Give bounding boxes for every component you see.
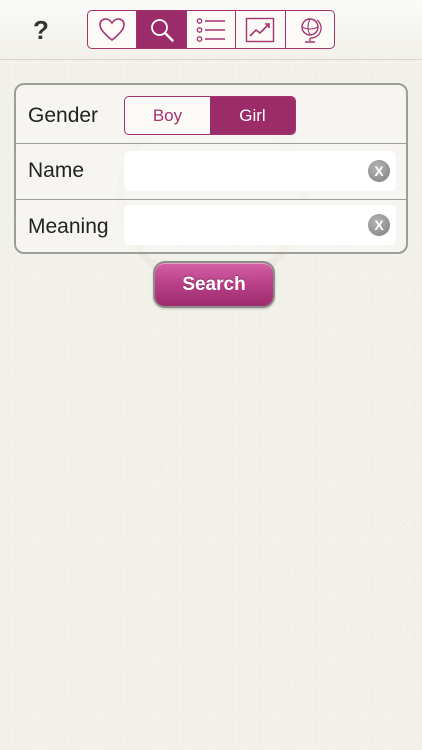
name-label: Name	[28, 159, 85, 182]
gender-selector: Boy Girl	[124, 96, 296, 135]
gender-row: Gender Boy Girl	[16, 85, 406, 144]
tab-world[interactable]	[286, 11, 334, 48]
meaning-row: Meaning X	[16, 200, 406, 252]
tab-favorites[interactable]	[88, 11, 138, 48]
list-icon	[196, 17, 226, 42]
search-icon	[150, 18, 174, 42]
heart-icon	[99, 17, 126, 41]
meaning-label: Meaning	[28, 215, 109, 238]
gender-option-girl[interactable]: Girl	[210, 97, 295, 134]
gender-label: Gender	[28, 104, 99, 127]
tab-list[interactable]	[187, 11, 237, 48]
meaning-input[interactable]	[124, 205, 360, 245]
meaning-field-wrapper: X	[124, 205, 396, 245]
name-field-wrapper: X	[124, 151, 396, 191]
tab-search[interactable]	[137, 11, 187, 48]
globe-icon	[301, 17, 322, 43]
search-button[interactable]: Search	[153, 261, 275, 308]
tab-trends[interactable]	[236, 11, 286, 48]
name-input[interactable]	[124, 151, 360, 191]
main-tab-bar	[87, 10, 335, 49]
meaning-clear-button[interactable]: X	[368, 214, 390, 236]
gender-option-boy[interactable]: Boy	[125, 97, 210, 134]
trend-chart-icon	[246, 17, 275, 42]
search-form: Gender Boy Girl Name X Meaning X	[14, 83, 408, 254]
top-toolbar: ?	[0, 0, 422, 60]
help-button[interactable]: ?	[26, 14, 56, 46]
name-row: Name X	[16, 144, 406, 200]
name-clear-button[interactable]: X	[368, 160, 390, 182]
